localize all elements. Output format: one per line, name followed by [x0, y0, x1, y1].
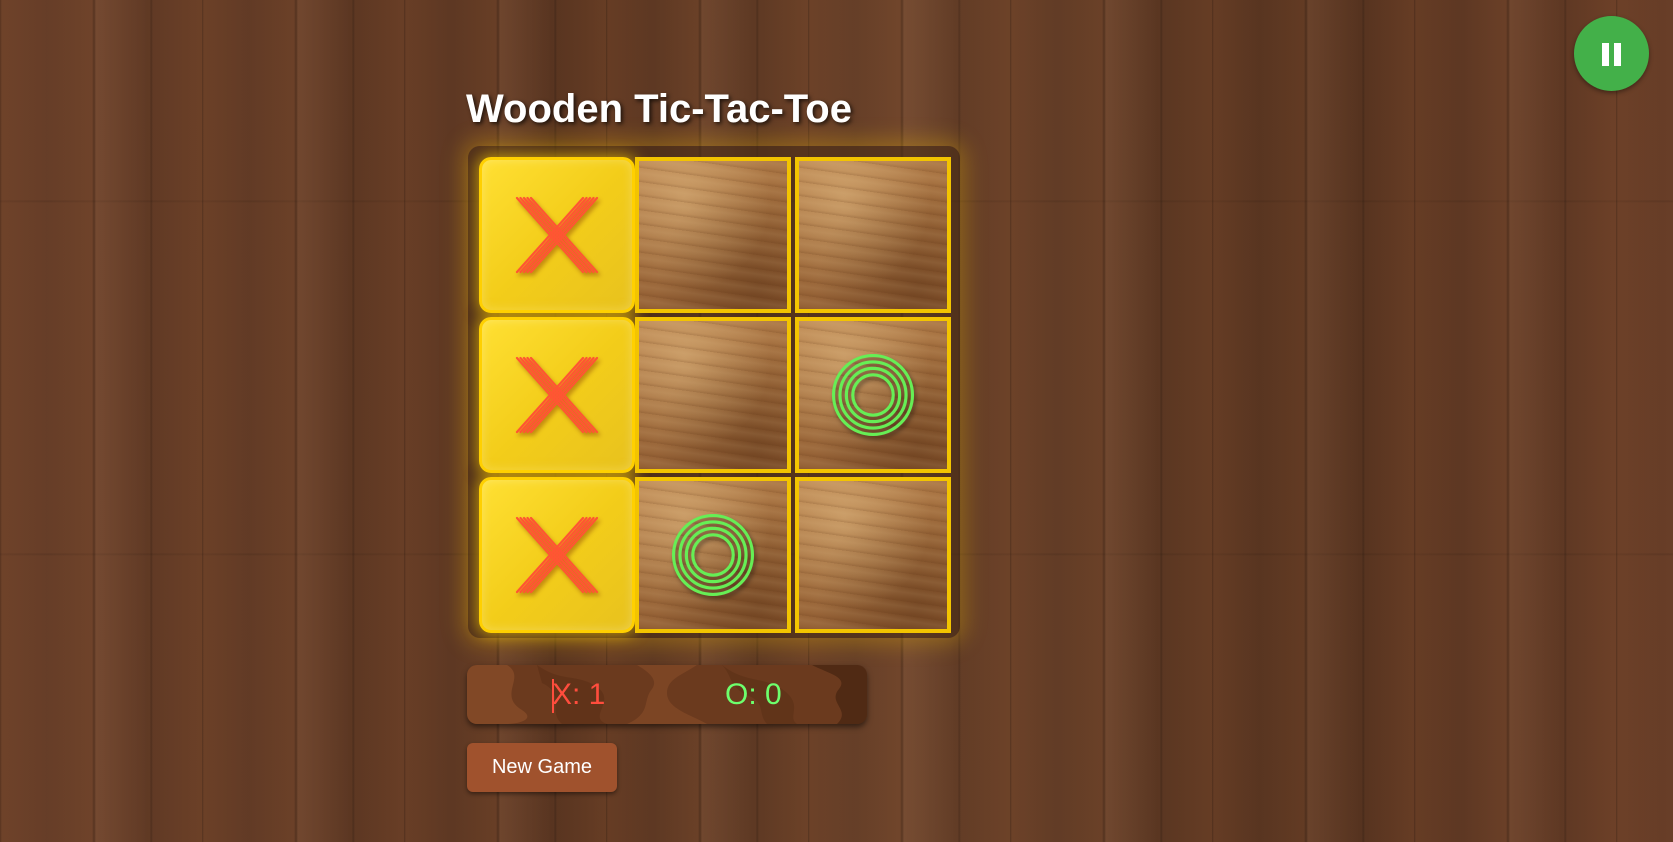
- board-cell-r3c2[interactable]: [635, 477, 791, 633]
- pause-button[interactable]: [1574, 16, 1649, 91]
- game-board: [468, 146, 960, 638]
- board-cell-r1c2[interactable]: [635, 157, 791, 313]
- new-game-button[interactable]: New Game: [467, 743, 617, 792]
- board-cell-r2c2[interactable]: [635, 317, 791, 473]
- pause-icon: [1602, 43, 1621, 66]
- board-cell-r3c3[interactable]: [795, 477, 951, 633]
- o-mark-icon: [831, 353, 915, 437]
- board-cell-r1c1[interactable]: [479, 157, 635, 313]
- board-cell-r2c3[interactable]: [795, 317, 951, 473]
- x-mark-icon: [515, 516, 599, 594]
- board-cell-r3c1[interactable]: [479, 477, 635, 633]
- board-cell-r2c1[interactable]: [479, 317, 635, 473]
- scoreboard: X: 1 O: 0: [467, 665, 867, 724]
- x-mark-icon: [515, 196, 599, 274]
- scoreboard-wood-pattern: [467, 665, 867, 724]
- x-score: X: 1: [552, 678, 606, 711]
- o-mark-icon: [671, 513, 755, 597]
- board-cell-r1c3[interactable]: [795, 157, 951, 313]
- x-mark-icon: [515, 356, 599, 434]
- game-title: Wooden Tic-Tac-Toe: [466, 87, 852, 131]
- o-score: O: 0: [725, 678, 782, 711]
